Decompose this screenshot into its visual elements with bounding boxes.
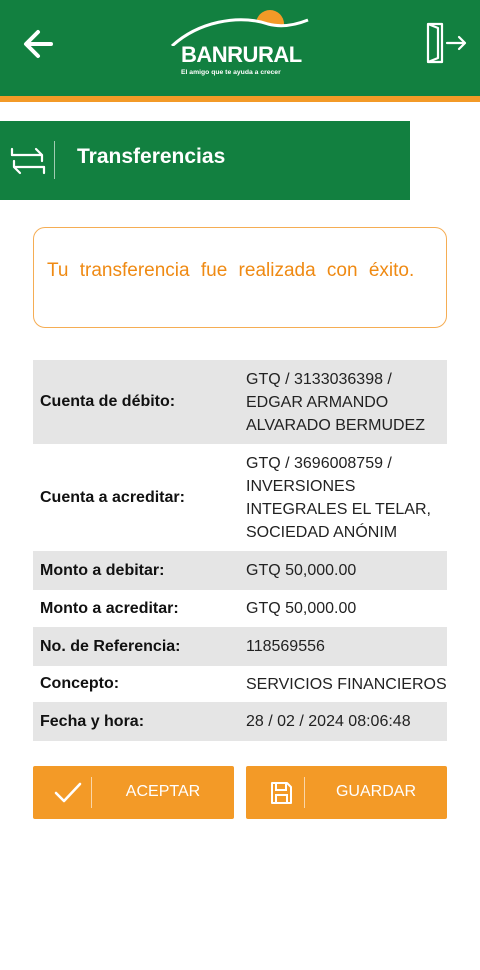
row-value: SERVICIOS FINANCIEROS (246, 675, 447, 693)
row-label: Monto a acreditar: (40, 599, 179, 617)
success-message: Tu transferencia fue realizada con éxito… (47, 260, 415, 281)
back-button[interactable] (18, 24, 60, 64)
row-label: Monto a debitar: (40, 561, 165, 579)
app-header: BANRURAL El amigo que te ayuda a crecer (0, 0, 480, 96)
floppy-disk-icon (271, 782, 292, 804)
logout-door-icon (426, 22, 467, 64)
save-button-label: GUARDAR (335, 783, 416, 800)
section-title: Transferencias (77, 145, 226, 168)
brand-tagline: El amigo que te ayuda a crecer (181, 69, 281, 76)
table-row: Monto a acreditar: GTQ 50,000.00 (33, 590, 447, 627)
accept-button-label: ACEPTAR (125, 783, 201, 800)
header-accent-stripe (0, 96, 480, 102)
transfer-arrows-icon (10, 147, 46, 175)
checkmark-icon (54, 782, 82, 803)
table-row: No. de Referencia: 118569556 (33, 627, 447, 666)
accept-button[interactable]: ACEPTAR (33, 766, 234, 819)
table-row: Cuenta a acreditar: GTQ / 3696008759 / I… (33, 444, 447, 551)
banrural-logo: BANRURAL El amigo que te ayuda a crecer (168, 6, 312, 82)
table-row: Monto a debitar: GTQ 50,000.00 (33, 551, 447, 590)
row-label: Fecha y hora: (40, 712, 145, 730)
arrow-left-icon (24, 30, 53, 58)
row-label: No. de Referencia: (40, 637, 181, 655)
brand-name: BANRURAL (181, 42, 302, 67)
logout-button[interactable] (420, 20, 470, 66)
row-value: 28 / 02 / 2024 08:06:48 (246, 713, 411, 730)
transfer-details-table: Cuenta de débito: GTQ / 3133036398 / EDG… (33, 360, 447, 741)
row-label: Cuenta a acreditar: (40, 488, 185, 506)
table-row: Fecha y hora: 28 / 02 / 2024 08:06:48 (33, 702, 447, 741)
section-header: Transferencias (0, 121, 410, 200)
success-alert: Tu transferencia fue realizada con éxito… (33, 227, 447, 328)
row-label: Cuenta de débito: (40, 393, 176, 410)
save-button[interactable]: GUARDAR (246, 766, 447, 819)
row-label: Concepto: (40, 675, 120, 692)
row-value: GTQ 50,000.00 (246, 600, 357, 617)
section-divider (54, 141, 55, 179)
row-value: GTQ / 3696008759 / INVERSIONES INTEGRALE… (246, 454, 431, 541)
table-row: Cuenta de débito: GTQ / 3133036398 / EDG… (33, 360, 447, 444)
row-value: GTQ 50,000.00 (246, 562, 357, 579)
row-value: 118569556 (246, 638, 325, 655)
table-row: Concepto: SERVICIOS FINANCIEROS (33, 666, 447, 702)
row-value: GTQ / 3133036398 / EDGAR ARMANDO ALVARAD… (246, 370, 425, 434)
